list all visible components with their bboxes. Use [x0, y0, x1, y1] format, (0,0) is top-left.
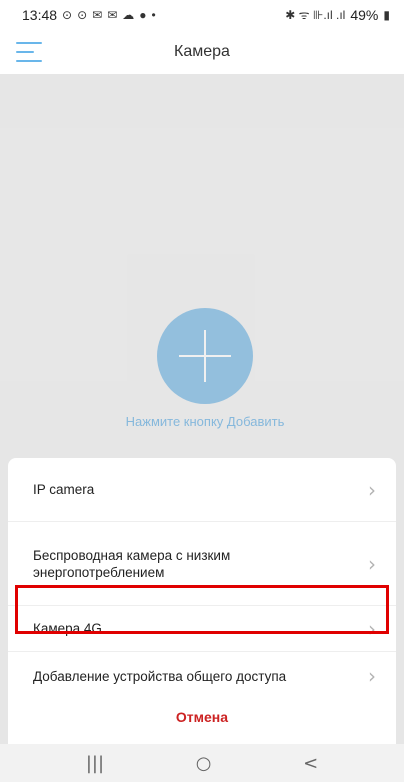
status-right: ✱ ᯤ ⊪.ıl .ıl 49% ▮: [285, 7, 390, 23]
battery-icon: ▮: [383, 8, 390, 22]
more-dot-icon: •: [151, 8, 156, 22]
status-time: 13:48: [22, 7, 58, 23]
sheet-item-ip-camera[interactable]: IP camera ›: [8, 458, 396, 522]
sheet-item-label: IP camera: [33, 482, 95, 497]
home-icon[interactable]: ○: [196, 753, 212, 774]
chevron-right-icon: ›: [368, 551, 376, 576]
app-icon: ●: [139, 8, 147, 22]
menu-icon[interactable]: [16, 42, 42, 62]
cloud-icon: ☁: [122, 8, 135, 22]
recent-apps-icon[interactable]: |||: [86, 753, 104, 774]
status-left: 13:48 ⊙ ⊙ ✉ ✉ ☁ ● •: [22, 7, 156, 23]
chevron-right-icon: ›: [368, 477, 376, 502]
app-bar: Камера: [0, 30, 404, 74]
system-nav-bar: ||| ○ <: [0, 744, 404, 782]
sheet-item-shared-device[interactable]: Добавление устройства общего доступа ›: [8, 652, 396, 700]
status-bar: 13:48 ⊙ ⊙ ✉ ✉ ☁ ● • ✱ ᯤ ⊪.ıl .ıl 49% ▮: [0, 0, 404, 30]
notification-icon: ⊙: [77, 8, 88, 22]
chevron-right-icon: ›: [368, 664, 376, 688]
mail-icon: ✉: [107, 8, 118, 22]
notification-icon: ⊙: [62, 8, 73, 22]
signal-icon: ✱ ᯤ ⊪.ıl .ıl: [285, 8, 346, 22]
page-title: Камера: [174, 43, 230, 60]
sheet-item-label: Беспроводная камера с низким энергопотре…: [33, 547, 231, 580]
cancel-button[interactable]: Отмена: [0, 700, 404, 734]
sheet-item-label: Добавление устройства общего доступа: [33, 668, 287, 684]
highlight-box: [15, 585, 389, 634]
back-icon[interactable]: <: [303, 753, 318, 774]
battery-level: 49%: [350, 7, 379, 23]
mail-icon: ✉: [92, 8, 103, 22]
